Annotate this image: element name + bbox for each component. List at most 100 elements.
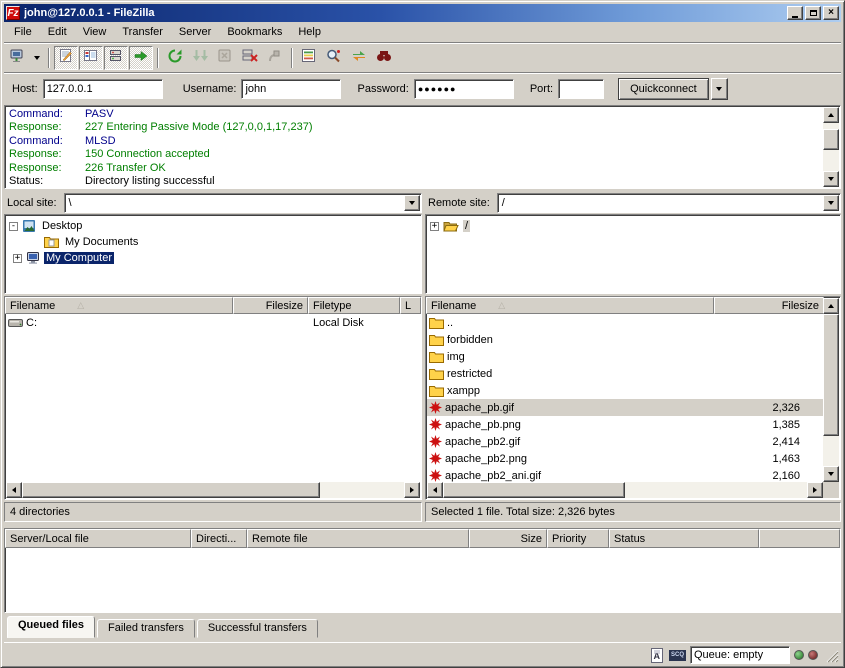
chevron-down-icon xyxy=(34,56,40,60)
disconnect-button[interactable] xyxy=(238,46,262,70)
expand-expander-icon[interactable]: + xyxy=(13,254,22,263)
transfer-type-ascii-icon[interactable]: A xyxy=(650,648,665,663)
resize-grip[interactable] xyxy=(824,648,839,663)
column-header-filename[interactable]: Filename△ xyxy=(426,297,714,314)
column-header-size[interactable]: Size xyxy=(469,529,547,548)
local-directory-tree[interactable]: - Desktop My Documents + My Computer xyxy=(4,214,422,294)
remote-site-dropdown-button[interactable] xyxy=(823,195,839,211)
column-header-filesize[interactable]: Filesize xyxy=(233,297,308,314)
log-vertical-scrollbar[interactable] xyxy=(823,107,839,187)
remote-horizontal-scrollbar[interactable] xyxy=(427,482,823,498)
scroll-right-button[interactable] xyxy=(404,482,420,498)
column-header-last-modified[interactable]: L xyxy=(400,297,421,314)
refresh-button[interactable] xyxy=(163,46,187,70)
scrollbar-thumb[interactable] xyxy=(22,482,320,498)
chevron-down-icon xyxy=(409,201,415,205)
cancel-button[interactable] xyxy=(213,46,237,70)
column-header-filesize[interactable]: Filesize xyxy=(714,297,824,314)
scrollbar-thumb[interactable] xyxy=(443,482,625,498)
folder-row[interactable]: .. xyxy=(427,314,823,331)
site-manager-dropdown-button[interactable] xyxy=(30,46,44,70)
folder-row[interactable]: restricted xyxy=(427,365,823,382)
scroll-down-button[interactable] xyxy=(823,171,839,187)
local-site-dropdown-button[interactable] xyxy=(404,195,420,211)
menu-edit[interactable]: Edit xyxy=(40,24,75,40)
local-file-list[interactable]: Filename△ Filesize Filetype L C: Local D… xyxy=(4,296,422,500)
scroll-left-button[interactable] xyxy=(427,482,443,498)
close-button[interactable]: × xyxy=(823,6,839,20)
host-input[interactable] xyxy=(43,79,163,99)
desktop-icon xyxy=(22,219,36,233)
expand-expander-icon[interactable]: + xyxy=(430,222,439,231)
menu-server[interactable]: Server xyxy=(171,24,219,40)
reconnect-button[interactable] xyxy=(263,46,287,70)
collapse-expander-icon[interactable]: - xyxy=(9,222,18,231)
synchronized-browsing-button[interactable] xyxy=(347,46,371,70)
column-header-filename[interactable]: Filename△ xyxy=(5,297,233,314)
file-row-c-drive[interactable]: C: Local Disk xyxy=(6,314,420,331)
column-header-status[interactable]: Status xyxy=(609,529,759,548)
toggle-transfer-queue-button[interactable] xyxy=(129,46,153,70)
port-input[interactable] xyxy=(558,79,604,99)
menu-file[interactable]: File xyxy=(6,24,40,40)
tree-item-root[interactable]: + / xyxy=(430,218,840,234)
maximize-button[interactable] xyxy=(805,6,821,20)
file-row[interactable]: apache_pb2.gif 2,414 xyxy=(427,433,823,450)
quickconnect-dropdown-button[interactable] xyxy=(711,78,728,100)
queue-status-field: Queue: empty xyxy=(690,646,790,664)
file-row[interactable]: apache_pb2_ani.gif 2,160 xyxy=(427,467,823,482)
menu-bookmarks[interactable]: Bookmarks xyxy=(219,24,290,40)
directory-comparison-button[interactable] xyxy=(322,46,346,70)
triangle-up-icon xyxy=(828,113,834,117)
local-horizontal-scrollbar[interactable] xyxy=(6,482,420,498)
tree-item-my-computer[interactable]: + My Computer xyxy=(9,250,421,266)
file-row-selected[interactable]: apache_pb.gif 2,326 xyxy=(427,399,823,416)
title-bar[interactable]: Fz john@127.0.0.1 - FileZilla × xyxy=(4,4,841,22)
file-row[interactable]: apache_pb2.png 1,463 xyxy=(427,450,823,467)
scroll-down-button[interactable] xyxy=(823,466,839,482)
tree-item-my-documents[interactable]: My Documents xyxy=(9,234,421,250)
transfer-queue[interactable]: Server/Local file Directi... Remote file… xyxy=(4,528,841,613)
remote-site-combo[interactable]: / xyxy=(497,193,841,213)
menu-transfer[interactable]: Transfer xyxy=(114,24,171,40)
scrollbar-thumb[interactable] xyxy=(823,314,839,436)
column-header-filetype[interactable]: Filetype xyxy=(308,297,400,314)
toggle-remote-tree-button[interactable] xyxy=(104,46,128,70)
file-row[interactable]: apache_pb.png 1,385 xyxy=(427,416,823,433)
tab-queued-files[interactable]: Queued files xyxy=(7,616,95,638)
search-files-button[interactable] xyxy=(372,46,396,70)
filters-icon xyxy=(301,48,317,67)
minimize-button[interactable] xyxy=(787,6,803,20)
site-manager-button[interactable] xyxy=(5,46,29,70)
column-header-remote-file[interactable]: Remote file xyxy=(247,529,469,548)
column-header-priority[interactable]: Priority xyxy=(547,529,609,548)
directory-listing-filters-button[interactable] xyxy=(297,46,321,70)
local-site-combo[interactable]: \ xyxy=(64,193,422,213)
scroll-left-button[interactable] xyxy=(6,482,22,498)
tab-successful-transfers[interactable]: Successful transfers xyxy=(197,619,318,638)
scrollbar-thumb[interactable] xyxy=(823,129,839,150)
process-queue-button[interactable] xyxy=(188,46,212,70)
column-header-direction[interactable]: Directi... xyxy=(191,529,247,548)
scroll-up-button[interactable] xyxy=(823,107,839,123)
folder-row[interactable]: img xyxy=(427,348,823,365)
quickconnect-button[interactable]: Quickconnect xyxy=(618,78,709,100)
password-input[interactable] xyxy=(414,79,514,99)
folder-row[interactable]: xampp xyxy=(427,382,823,399)
menu-help[interactable]: Help xyxy=(290,24,329,40)
status-indicator-icon[interactable]: SCQ xyxy=(669,650,686,661)
tab-failed-transfers[interactable]: Failed transfers xyxy=(97,619,195,638)
remote-vertical-scrollbar[interactable] xyxy=(823,298,839,482)
menu-view[interactable]: View xyxy=(75,24,115,40)
tree-item-desktop[interactable]: - Desktop xyxy=(9,218,421,234)
username-input[interactable] xyxy=(241,79,341,99)
scroll-right-button[interactable] xyxy=(807,482,823,498)
column-header-server-local-file[interactable]: Server/Local file xyxy=(5,529,191,548)
remote-directory-tree[interactable]: + / xyxy=(425,214,841,294)
toggle-message-log-button[interactable] xyxy=(54,46,78,70)
remote-file-list[interactable]: Filename△ Filesize .. forbidden img rest… xyxy=(425,296,841,500)
message-log[interactable]: Command:PASV Response:227 Entering Passi… xyxy=(4,105,841,189)
toggle-local-tree-button[interactable] xyxy=(79,46,103,70)
scroll-up-button[interactable] xyxy=(823,298,839,314)
folder-row[interactable]: forbidden xyxy=(427,331,823,348)
